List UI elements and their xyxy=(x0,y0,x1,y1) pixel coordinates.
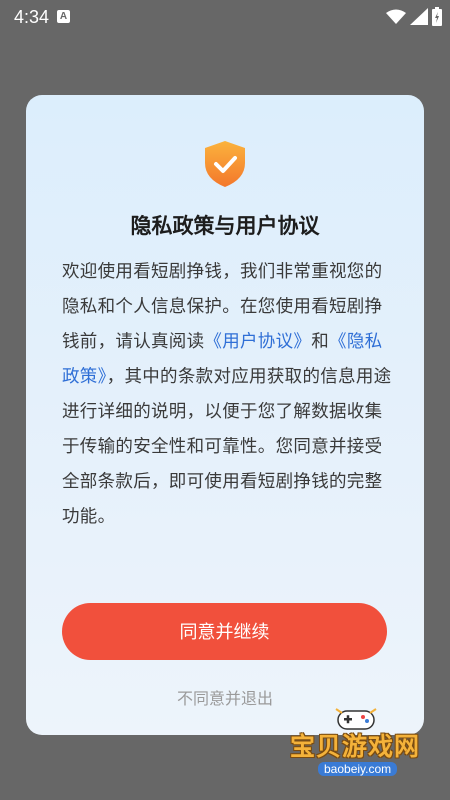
user-agreement-link[interactable]: 《用户协议》 xyxy=(204,332,311,352)
battery-charging-icon xyxy=(432,7,442,26)
dialog-body: 欢迎使用看短剧挣钱，我们非常重视您的隐私和个人信息保护。在您使用看短剧挣钱前，请… xyxy=(62,255,392,535)
dialog-title: 隐私政策与用户协议 xyxy=(130,214,320,238)
status-bar: 4:34 A xyxy=(0,0,450,34)
shield-check-icon xyxy=(205,141,245,187)
status-time: 4:34 xyxy=(14,7,50,27)
wifi-icon xyxy=(386,9,406,24)
agree-continue-button[interactable]: 同意并继续 xyxy=(62,603,387,660)
body-text-and: 和 xyxy=(311,332,330,352)
notification-icon: A xyxy=(57,10,70,23)
body-text-part2: ，其中的条款对应用获取的信息用途进行详细的说明，以便于您了解数据收集于传输的安全… xyxy=(62,367,392,527)
signal-icon xyxy=(410,8,428,25)
watermark-text-cn: 宝贝游戏网 xyxy=(290,732,421,761)
privacy-dialog: 隐私政策与用户协议 欢迎使用看短剧挣钱，我们非常重视您的隐私和个人信息保护。在您… xyxy=(26,95,424,735)
watermark-text-en: baobeiy.com xyxy=(318,762,398,776)
watermark-logo: 宝贝游戏网 baobeiy.com xyxy=(290,705,430,785)
